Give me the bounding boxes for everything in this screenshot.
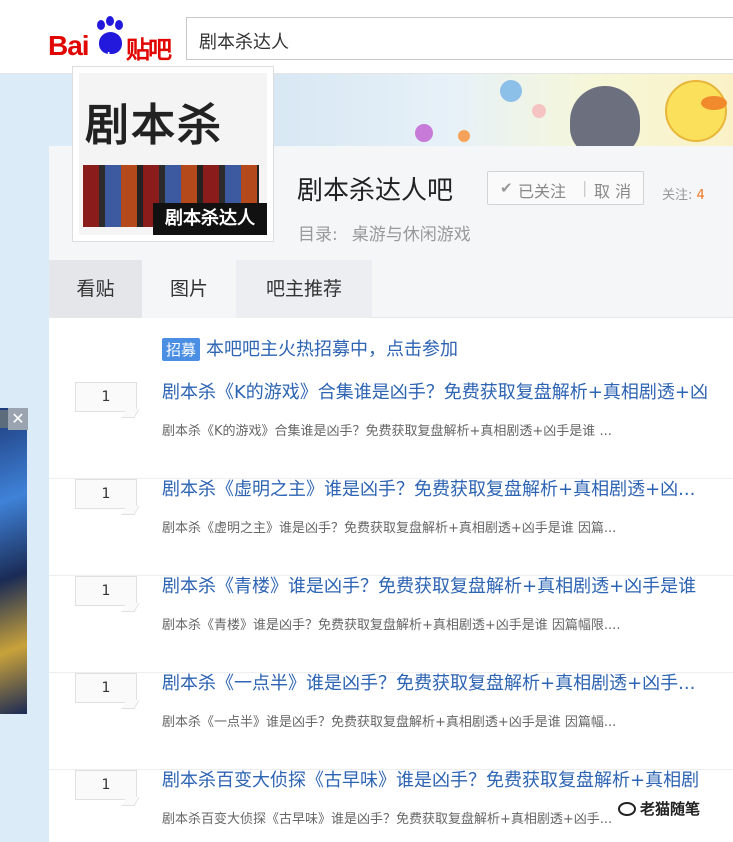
baidu-tieba-logo[interactable]: Bai du 贴吧: [48, 16, 178, 64]
reply-count: 1: [75, 479, 137, 509]
top-header: Bai du 贴吧 剧本杀达人: [0, 0, 733, 74]
catalog-label: 目录:: [298, 225, 338, 245]
thread-abstract: 剧本杀百变大侦探《古早味》谁是凶手？免费获取复盘解析+真相剧透+凶手...: [162, 812, 613, 827]
paw-icon: du: [97, 16, 123, 64]
reply-count: 1: [75, 673, 137, 703]
penguin-illustration: [570, 86, 640, 146]
followers-count: 关注: 4: [662, 184, 705, 203]
thread-abstract: 剧本杀《虚明之主》谁是凶手？免费获取复盘解析+真相剧透+凶手是谁 因篇...: [162, 521, 617, 536]
wechat-watermark: 老猫随笔: [618, 798, 700, 819]
tab-recommended[interactable]: 吧主推荐: [236, 260, 372, 318]
forum-name[interactable]: 剧本杀达人吧: [297, 170, 453, 207]
forum-tabs: 看贴 图片 吧主推荐: [49, 260, 733, 318]
duck-illustration: [665, 80, 727, 142]
watermark-text: 老猫随笔: [640, 800, 701, 818]
avatar-title: 剧本杀: [85, 100, 223, 151]
reply-count: 1: [75, 576, 137, 606]
ad-close-icon[interactable]: ✕: [8, 408, 28, 430]
catalog-link[interactable]: 桌游与休闲游戏: [352, 225, 471, 245]
thread-row: 1 剧本杀《虚明之主》谁是凶手？免费获取复盘解析+真相剧透+凶... 剧本杀《虚…: [49, 479, 733, 576]
logo-tieba-text: 贴吧: [126, 36, 172, 64]
forum-catalog: 目录: 桌游与休闲游戏: [298, 220, 471, 245]
followed-label: 已关注: [518, 182, 567, 201]
tab-posts[interactable]: 看贴: [49, 260, 142, 318]
thread-abstract: 剧本杀《青楼》谁是凶手？免费获取复盘解析+真相剧透+凶手是谁 因篇幅限....: [162, 618, 621, 633]
thread-title[interactable]: 剧本杀《K的游戏》合集谁是凶手？免费获取复盘解析+真相剧透+凶: [162, 378, 722, 404]
tab-images[interactable]: 图片: [142, 260, 236, 318]
thread-row: 1 剧本杀《K的游戏》合集谁是凶手？免费获取复盘解析+真相剧透+凶 剧本杀《K的…: [49, 382, 733, 479]
followers-number[interactable]: 4: [697, 188, 705, 203]
follow-separator: |: [582, 178, 588, 197]
thread-abstract: 剧本杀《一点半》谁是凶手？免费获取复盘解析+真相剧透+凶手是谁 因篇幅...: [162, 715, 617, 730]
thread-title[interactable]: 剧本杀百变大侦探《古早味》谁是凶手？免费获取复盘解析+真相剧: [162, 766, 722, 792]
thread-row: 1 剧本杀《青楼》谁是凶手？免费获取复盘解析+真相剧透+凶手是谁 剧本杀《青楼》…: [49, 576, 733, 673]
thread-title[interactable]: 剧本杀《青楼》谁是凶手？免费获取复盘解析+真相剧透+凶手是谁: [162, 572, 722, 598]
thread-abstract: 剧本杀《K的游戏》合集谁是凶手？免费获取复盘解析+真相剧透+凶手是谁 ...: [162, 424, 612, 439]
reply-count: 1: [75, 382, 137, 412]
avatar-plate: 剧本杀达人: [153, 203, 267, 235]
followers-label: 关注:: [662, 188, 693, 203]
follow-button[interactable]: ✔ 已关注 | 取 消: [487, 171, 644, 205]
recruit-banner[interactable]: 招募 本吧吧主火热招募中，点击参加: [162, 335, 458, 361]
thread-title[interactable]: 剧本杀《虚明之主》谁是凶手？免费获取复盘解析+真相剧透+凶...: [162, 475, 722, 501]
recruit-text[interactable]: 本吧吧主火热招募中，点击参加: [206, 339, 458, 360]
forum-banner: [270, 74, 733, 146]
wechat-icon: [618, 802, 636, 816]
reply-count: 1: [75, 770, 137, 800]
cancel-follow-button[interactable]: 取 消: [594, 178, 631, 202]
thread-row: 1 剧本杀《一点半》谁是凶手？免费获取复盘解析+真相剧透+凶手... 剧本杀《一…: [49, 673, 733, 770]
thread-title[interactable]: 剧本杀《一点半》谁是凶手？免费获取复盘解析+真相剧透+凶手...: [162, 669, 722, 695]
check-icon: ✔: [500, 179, 513, 197]
search-input[interactable]: 剧本杀达人: [186, 17, 733, 60]
logo-bai-text: Bai: [48, 30, 90, 61]
logo-du-text: du: [103, 50, 118, 64]
ad-image[interactable]: [0, 408, 27, 714]
search-input-value: 剧本杀达人: [199, 32, 289, 53]
recruit-tag: 招募: [162, 338, 201, 361]
forum-avatar[interactable]: 剧本杀 剧本杀达人: [72, 66, 274, 242]
ad-label: [0, 410, 8, 428]
